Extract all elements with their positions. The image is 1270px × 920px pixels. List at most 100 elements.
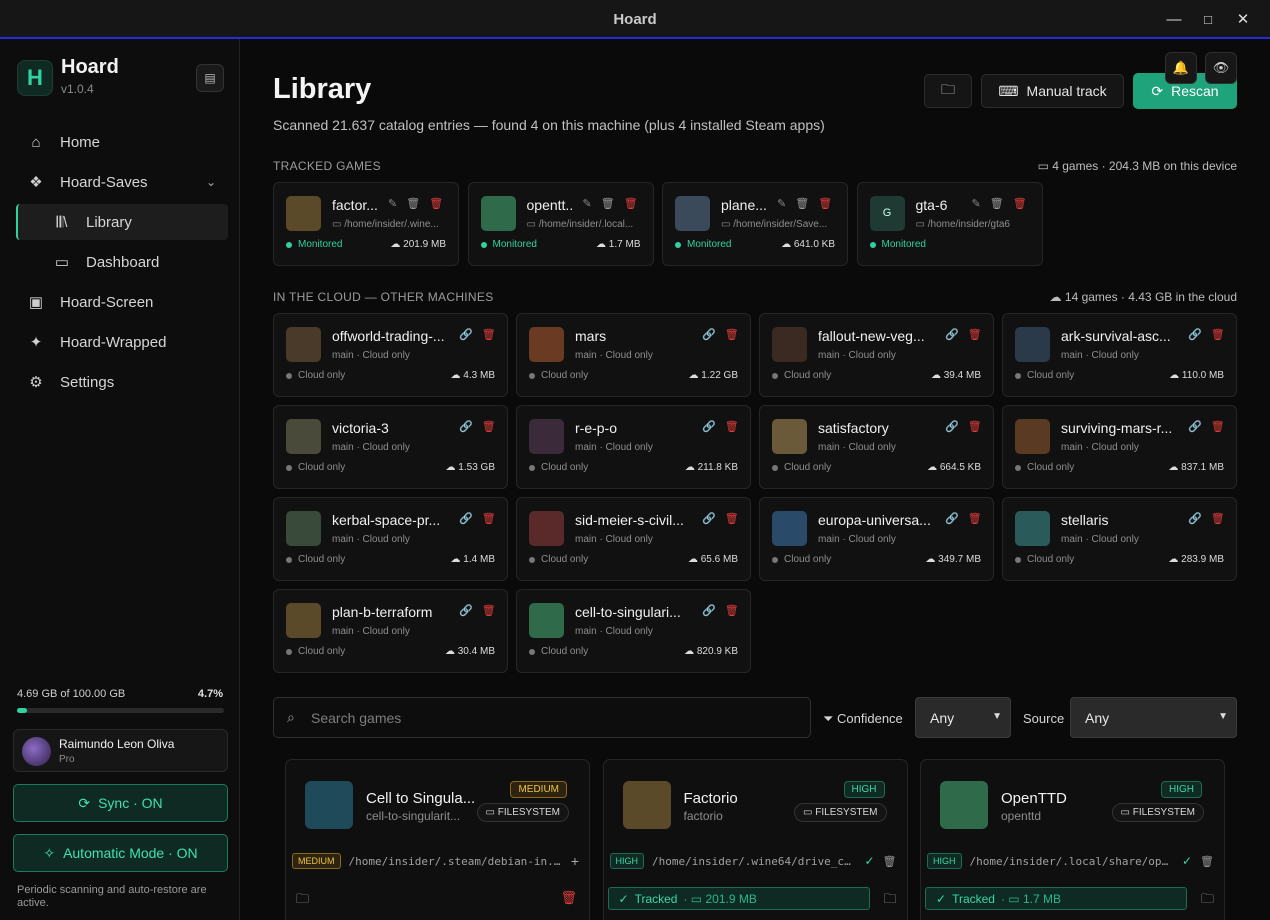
scan-summary: Scanned 21.637 catalog entries — found 4…	[273, 117, 825, 133]
link-icon[interactable]: 🔗	[702, 512, 716, 525]
delete-icon[interactable]: 🗑	[725, 420, 739, 433]
cloud-game-card[interactable]: kerbal-space-pr... main · Cloud only Cloud…	[273, 497, 508, 581]
user-profile-card[interactable]: Raimundo Leon Oliva Pro	[13, 729, 228, 772]
tracked-game-card[interactable]: plane... ▭ /home/insider/Save... Monitored…	[662, 182, 848, 266]
sidebar-item-dashboard[interactable]: ▭ Dashboard	[16, 244, 228, 280]
sidebar-item-settings[interactable]: ⚙ Settings	[16, 364, 228, 400]
link-icon[interactable]: 🔗	[945, 328, 959, 341]
delete-icon[interactable]: 🗑	[968, 420, 982, 433]
tracked-status-button[interactable]: ✓ Tracked · ▭ 1.7 MB	[925, 887, 1187, 910]
delete-icon[interactable]: 🗑	[482, 420, 496, 433]
tracked-game-card[interactable]: factor... ▭ /home/insider/.wine... Monitor…	[273, 182, 459, 266]
game-thumbnail	[940, 781, 988, 829]
folder-icon[interactable]: 🗀	[1201, 890, 1214, 912]
sidebar-item-hoard-wrapped[interactable]: ✦ Hoard-Wrapped	[16, 324, 228, 360]
edit-icon[interactable]: ✎	[583, 197, 592, 210]
cloud-game-card[interactable]: victoria-3 main · Cloud only Cloud only ☁ 1…	[273, 405, 508, 489]
detected-game-card[interactable]: Factorio factorio HIGH ▭ FILESYSTEM HIGH/hom…	[602, 759, 908, 920]
cloud-game-card[interactable]: surviving-mars-r... main · Cloud only Clou…	[1002, 405, 1237, 489]
delete-icon[interactable]: 🗑	[429, 197, 443, 210]
delete-icon[interactable]: 🗑	[482, 328, 496, 341]
check-icon: ✓	[936, 891, 947, 906]
link-icon[interactable]: 🔗	[459, 328, 473, 341]
tracked-game-card[interactable]: Ggta-6 ▭ /home/insider/gta6 Monitored ✎ 🗑 🗑	[856, 182, 1043, 266]
save-path: ▭ /home/insider/.wine...	[332, 219, 439, 230]
detected-game-card[interactable]: OpenTTD openttd HIGH ▭ FILESYSTEM HIGH/home/…	[920, 759, 1225, 920]
cloud-game-card[interactable]: satisfactory main · Cloud only Cloud only ☁…	[759, 405, 994, 489]
cloud-game-card[interactable]: stellaris main · Cloud only Cloud only ☁ 28…	[1002, 497, 1237, 581]
delete-icon[interactable]: 🗑	[818, 197, 832, 210]
delete-icon[interactable]: 🗑	[482, 512, 496, 525]
sidebar-item-library[interactable]: 𝄃𝄃\ Library	[16, 204, 228, 240]
edit-icon[interactable]: ✎	[777, 197, 786, 210]
cloud-status: Cloud only	[1015, 462, 1074, 473]
source-select[interactable]: Any ▼	[1070, 697, 1237, 738]
game-thumbnail	[286, 196, 321, 231]
delete-icon[interactable]: 🗑	[482, 604, 496, 617]
tracked-status-button[interactable]: ✓ Tracked · ▭ 201.9 MB	[607, 887, 870, 910]
game-name: ark-survival-asc...	[1061, 328, 1171, 344]
cloud-game-card[interactable]: plan-b-terraform main · Cloud only Cloud o…	[273, 589, 508, 673]
visibility-button[interactable]: 👁	[1205, 52, 1237, 84]
add-icon[interactable]: +	[571, 853, 579, 869]
cloud-game-card[interactable]: r-e-p-o main · Cloud only Cloud only ☁ 211.…	[516, 405, 751, 489]
cloud-game-card[interactable]: offworld-trading-... main · Cloud only Clo…	[273, 313, 508, 397]
sidebar-toggle-button[interactable]: ▤	[196, 64, 224, 92]
link-icon[interactable]: 🔗	[1188, 420, 1202, 433]
link-icon[interactable]: 🔗	[702, 328, 716, 341]
delete-icon[interactable]: 🗑	[725, 604, 739, 617]
manual-track-button[interactable]: ⌨ Manual track	[981, 74, 1124, 108]
cloud-game-card[interactable]: cell-to-singulari... main · Cloud only Clo…	[516, 589, 751, 673]
delete-icon[interactable]: 🗑	[1211, 328, 1225, 341]
trash-icon[interactable]: 🗑	[601, 197, 615, 210]
link-icon[interactable]: 🔗	[1188, 512, 1202, 525]
search-input[interactable]: ⌕ Search games	[273, 697, 811, 738]
sidebar-item-home[interactable]: ⌂ Home	[16, 124, 228, 160]
link-icon[interactable]: 🔗	[459, 604, 473, 617]
cloud-game-card[interactable]: ark-survival-asc... main · Cloud only Clou…	[1002, 313, 1237, 397]
cloud-game-card[interactable]: mars main · Cloud only Cloud only ☁ 1.22 GB…	[516, 313, 751, 397]
delete-icon[interactable]: 🗑	[725, 512, 739, 525]
sidebar-item-hoard-saves[interactable]: ❖ Hoard-Saves ⌄	[16, 164, 228, 200]
trash-icon[interactable]: 🗑	[795, 197, 809, 210]
delete-icon[interactable]: 🗑	[1013, 197, 1027, 210]
sync-toggle-button[interactable]: ⟳ Sync · ON	[13, 784, 228, 822]
edit-icon[interactable]: ✎	[972, 197, 981, 210]
hard-drive-icon: ▭	[1037, 159, 1053, 173]
link-icon[interactable]: 🔗	[702, 420, 716, 433]
sidebar-item-hoard-screen[interactable]: ▣ Hoard-Screen	[16, 284, 228, 320]
minimize-button[interactable]: —	[1163, 9, 1185, 31]
link-icon[interactable]: 🔗	[945, 512, 959, 525]
delete-icon[interactable]: 🗑	[560, 890, 577, 906]
delete-icon[interactable]: 🗑	[1211, 420, 1225, 433]
trash-icon[interactable]: 🗑	[990, 197, 1004, 210]
link-icon[interactable]: 🔗	[459, 512, 473, 525]
delete-icon[interactable]: 🗑	[968, 512, 982, 525]
folder-icon[interactable]: 🗀	[296, 890, 309, 912]
cloud-game-card[interactable]: sid-meier-s-civil... main · Cloud only Clo…	[516, 497, 751, 581]
tracked-game-card[interactable]: opentt.. ▭ /home/insider/.local... Monitor…	[467, 182, 654, 266]
edit-icon[interactable]: ✎	[388, 197, 397, 210]
link-icon[interactable]: 🔗	[702, 604, 716, 617]
delete-icon[interactable]: 🗑	[1211, 512, 1225, 525]
cloud-game-card[interactable]: europa-universa... main · Cloud only Cloud…	[759, 497, 994, 581]
automatic-mode-button[interactable]: ✧ Automatic Mode · ON	[13, 834, 228, 872]
link-icon[interactable]: 🔗	[945, 420, 959, 433]
trash-icon[interactable]: 🗑	[883, 855, 897, 868]
link-icon[interactable]: 🔗	[459, 420, 473, 433]
rescan-label: Rescan	[1171, 83, 1219, 99]
delete-icon[interactable]: 🗑	[725, 328, 739, 341]
detected-game-card[interactable]: Cell to Singula... cell-to-singularit... M…	[285, 759, 590, 920]
confidence-select[interactable]: Any ▼	[915, 697, 1011, 738]
folder-icon[interactable]: 🗀	[883, 890, 896, 912]
delete-icon[interactable]: 🗑	[968, 328, 982, 341]
open-folder-button[interactable]: 🗀	[924, 74, 972, 108]
maximize-button[interactable]: □	[1197, 9, 1219, 31]
close-button[interactable]: ✕	[1232, 9, 1254, 31]
cloud-game-card[interactable]: fallout-new-veg... main · Cloud only Cloud…	[759, 313, 994, 397]
notifications-button[interactable]: 🔔	[1165, 52, 1197, 84]
delete-icon[interactable]: 🗑	[624, 197, 638, 210]
trash-icon[interactable]: 🗑	[406, 197, 420, 210]
trash-icon[interactable]: 🗑	[1200, 855, 1214, 868]
link-icon[interactable]: 🔗	[1188, 328, 1202, 341]
